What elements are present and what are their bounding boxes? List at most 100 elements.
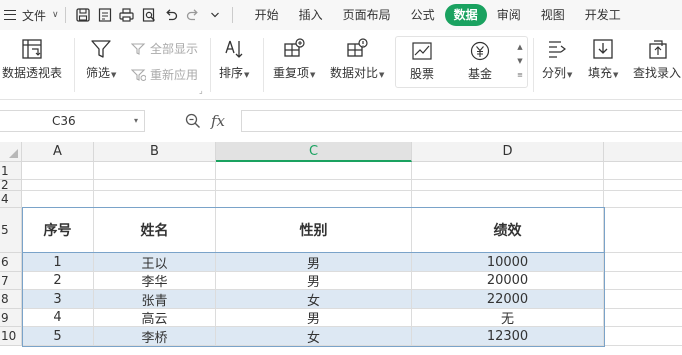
scroll-down-icon[interactable]: ▼ [517,54,522,68]
table-cell[interactable]: 4 [22,309,94,327]
split-columns-button[interactable]: 分列▼ [542,38,572,81]
row-header-9[interactable]: 9 [0,309,22,327]
table-cell[interactable]: 男 [216,253,412,272]
scroll-up-icon[interactable]: ▲ [517,40,522,54]
cell[interactable] [216,180,412,191]
column-header-c[interactable]: C [216,142,412,162]
table-cell[interactable]: 12300 [412,327,604,346]
data-compare-button[interactable]: 数据对比▼ [330,38,384,81]
table-cell[interactable]: 2 [22,272,94,290]
table-cell[interactable]: 女 [216,327,412,346]
table-cell[interactable]: 3 [22,290,94,309]
tab-developer[interactable]: 开发工 [575,4,631,26]
tab-review[interactable]: 审阅 [487,4,531,26]
cell[interactable] [94,180,216,191]
tab-view[interactable]: 视图 [531,4,575,26]
cell[interactable] [94,191,216,208]
name-box[interactable]: C36 ▾ [0,110,145,132]
cell[interactable] [604,191,682,208]
table-cell[interactable]: 李桥 [94,327,216,346]
table-header-cell[interactable]: 姓名 [94,208,216,253]
cell[interactable] [604,309,682,327]
table-header-cell[interactable]: 序号 [22,208,94,253]
table-header-cell[interactable]: 绩效 [412,208,604,253]
cell[interactable] [22,191,94,208]
table-cell[interactable]: 男 [216,309,412,327]
table-cell[interactable]: 男 [216,272,412,290]
cell[interactable] [22,162,94,180]
menu-icon [4,10,16,20]
export-icon[interactable] [94,4,116,26]
reapply-button[interactable]: 重新应用 [131,66,198,83]
column-header-a[interactable]: A [22,142,94,162]
fund-button[interactable]: 基金 [468,41,492,82]
chevron-down-icon[interactable]: ▾ [134,111,138,131]
table-cell[interactable]: 王以 [94,253,216,272]
cell[interactable] [604,208,682,253]
column-header-e[interactable] [604,142,682,162]
cell[interactable] [604,327,682,346]
gallery-expand-icon[interactable]: ≡ [517,68,523,82]
undo-icon[interactable] [160,4,182,26]
zoom-icon[interactable] [185,113,201,129]
row-header-4[interactable]: 4 [0,191,22,208]
cell[interactable] [216,191,412,208]
cell[interactable] [604,180,682,191]
filter-group-launcher-icon[interactable]: ⌟ [199,86,203,95]
table-cell[interactable]: 李华 [94,272,216,290]
row-header-8[interactable]: 8 [0,290,22,309]
tab-page-layout[interactable]: 页面布局 [333,4,401,26]
table-header-cell[interactable]: 性别 [216,208,412,253]
table-cell[interactable]: 女 [216,290,412,309]
row-header-1[interactable]: 1 [0,162,22,180]
filter-button[interactable]: 筛选▼ [86,38,116,81]
cell[interactable] [216,162,412,180]
table-cell[interactable]: 高云 [94,309,216,327]
file-menu-label: 文件 [22,8,47,23]
table-cell[interactable]: 22000 [412,290,604,309]
print-preview-icon[interactable] [138,4,160,26]
table-cell[interactable]: 5 [22,327,94,346]
gallery-scroll[interactable]: ▲ ▼ ≡ [515,40,525,82]
file-menu[interactable]: 文件 ∨ [0,0,59,30]
row-header-10[interactable]: 10 [0,327,22,346]
cell[interactable] [412,180,604,191]
pivot-table-button[interactable]: 数据透视表 [2,38,62,81]
cell[interactable] [94,162,216,180]
column-header-b[interactable]: B [94,142,216,162]
customize-toolbar-icon[interactable] [204,4,226,26]
row-header-2[interactable]: 2 [0,180,22,191]
cell[interactable] [22,180,94,191]
table-cell[interactable]: 张青 [94,290,216,309]
print-icon[interactable] [116,4,138,26]
fill-button[interactable]: 填充▼ [588,38,618,81]
cell[interactable] [412,162,604,180]
duplicates-button[interactable]: 重复项▼ [273,38,315,81]
table-cell[interactable]: 20000 [412,272,604,290]
table-cell[interactable]: 10000 [412,253,604,272]
cell[interactable] [604,290,682,309]
tab-data[interactable]: 数据 [444,4,487,26]
row-header-6[interactable]: 6 [0,253,22,272]
save-icon[interactable] [72,4,94,26]
cell[interactable] [604,162,682,180]
tab-home[interactable]: 开始 [245,4,289,26]
tab-insert[interactable]: 插入 [289,4,333,26]
show-all-button[interactable]: 全部显示 [131,40,198,57]
cell[interactable] [412,191,604,208]
select-all-corner[interactable] [0,142,22,162]
formula-input[interactable] [241,110,682,132]
row-header-7[interactable]: 7 [0,272,22,290]
tab-formulas[interactable]: 公式 [401,4,445,26]
sort-button[interactable]: 排序▼ [219,38,249,81]
redo-icon[interactable] [182,4,204,26]
row-header-5[interactable]: 5 [0,208,22,253]
insert-function-icon[interactable]: fx [211,112,225,130]
lookup-entry-button[interactable]: 查找录入 [633,38,681,81]
cell[interactable] [604,272,682,290]
cell[interactable] [604,253,682,272]
stocks-button[interactable]: 股票 [410,41,434,82]
table-cell[interactable]: 1 [22,253,94,272]
table-cell[interactable]: 无 [412,309,604,327]
column-header-d[interactable]: D [412,142,604,162]
